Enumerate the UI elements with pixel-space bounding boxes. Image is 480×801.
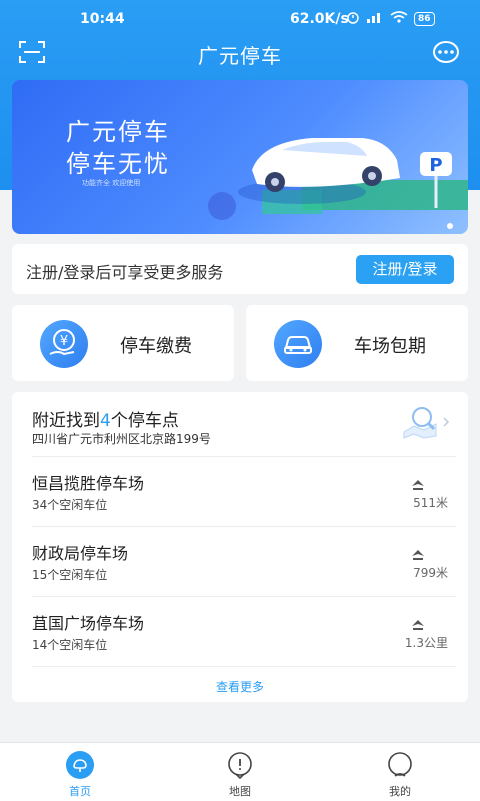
parking-lot-item[interactable]: 恒昌揽胜停车场 34个空闲车位 511米 <box>12 456 468 526</box>
login-prompt-text: 注册/登录后可享受更多服务 <box>26 263 224 282</box>
wifi-icon <box>390 11 408 27</box>
tab-mine-label: 我的 <box>389 785 411 798</box>
tab-map[interactable]: 地图 <box>190 749 290 799</box>
parking-lot-item[interactable]: 财政局停车场 15个空闲车位 799米 <box>12 526 468 596</box>
battery-icon: 86 <box>414 12 435 26</box>
parking-lot-item[interactable]: 苴国广场停车场 14个空闲车位 1.3公里 <box>12 596 468 666</box>
car-icon <box>274 320 322 368</box>
banner-subtitle: 功能齐全 欢迎使用 <box>82 179 141 187</box>
yuan-payment-icon: ¥ <box>40 320 88 368</box>
navigate-icon[interactable] <box>410 546 426 560</box>
promo-banner[interactable]: P 广元停车 停车无忧 功能齐全 欢迎使用 <box>12 80 468 234</box>
divider <box>32 666 456 667</box>
register-login-button[interactable]: 注册/登录 <box>356 255 454 284</box>
current-address: 四川省广元市利州区北京路199号 <box>32 432 211 446</box>
nav-bar: 广元停车 <box>0 36 480 72</box>
alarm-icon <box>346 10 360 28</box>
login-prompt-card: 注册/登录后可享受更多服务 注册/登录 <box>12 244 468 294</box>
banner-headline-1: 广元停车 <box>66 118 170 146</box>
lot-free-spaces: 15个空闲车位 <box>32 568 108 582</box>
lot-distance: 1.3公里 <box>404 636 448 650</box>
lot-name: 苴国广场停车场 <box>32 614 145 633</box>
status-bar: 10:44 62.0K/s 86 <box>0 0 480 36</box>
lot-free-spaces: 14个空闲车位 <box>32 638 108 652</box>
map-pin-icon <box>226 751 254 780</box>
lot-subscription-card[interactable]: 车场包期 <box>246 305 468 381</box>
home-icon <box>66 751 94 779</box>
see-more-link[interactable]: 查看更多 <box>12 678 468 695</box>
nearby-parking-card: 附近找到4个停车点 四川省广元市利州区北京路199号 恒昌揽胜停车场 34个空闲… <box>12 392 468 702</box>
status-net-speed: 62.0K/s <box>290 11 349 27</box>
parking-payment-label: 停车缴费 <box>120 336 192 357</box>
nearby-title-prefix: 附近找到 <box>32 411 100 431</box>
nearby-title-suffix: 个停车点 <box>110 411 179 431</box>
svg-text:P: P <box>429 155 442 176</box>
map-search-icon[interactable] <box>400 404 452 440</box>
lot-free-spaces: 34个空闲车位 <box>32 498 108 512</box>
status-time: 10:44 <box>80 11 125 27</box>
svg-text:¥: ¥ <box>60 334 68 349</box>
page-title: 广元停车 <box>198 44 282 68</box>
lot-distance: 511米 <box>413 496 448 510</box>
tab-home-label: 首页 <box>69 785 91 798</box>
tab-home[interactable]: 首页 <box>30 749 130 799</box>
lot-distance: 799米 <box>413 566 448 580</box>
nearby-count: 4 <box>100 411 111 431</box>
tab-mine[interactable]: 我的 <box>350 749 450 799</box>
signal-icon <box>366 11 384 27</box>
bottom-tab-bar: 首页 地图 我的 <box>0 742 480 801</box>
navigate-icon[interactable] <box>410 616 426 630</box>
more-icon[interactable] <box>432 40 460 64</box>
tab-map-label: 地图 <box>229 785 251 798</box>
lot-subscription-label: 车场包期 <box>354 336 426 357</box>
banner-headline-2: 停车无忧 <box>66 150 170 178</box>
parking-payment-card[interactable]: ¥ 停车缴费 <box>12 305 234 381</box>
lot-name: 财政局停车场 <box>32 544 129 563</box>
nearby-title: 附近找到4个停车点 <box>32 406 179 431</box>
lot-name: 恒昌揽胜停车场 <box>32 474 145 493</box>
navigate-icon[interactable] <box>410 476 426 490</box>
profile-icon <box>386 751 414 779</box>
status-icons: 86 <box>346 10 435 28</box>
